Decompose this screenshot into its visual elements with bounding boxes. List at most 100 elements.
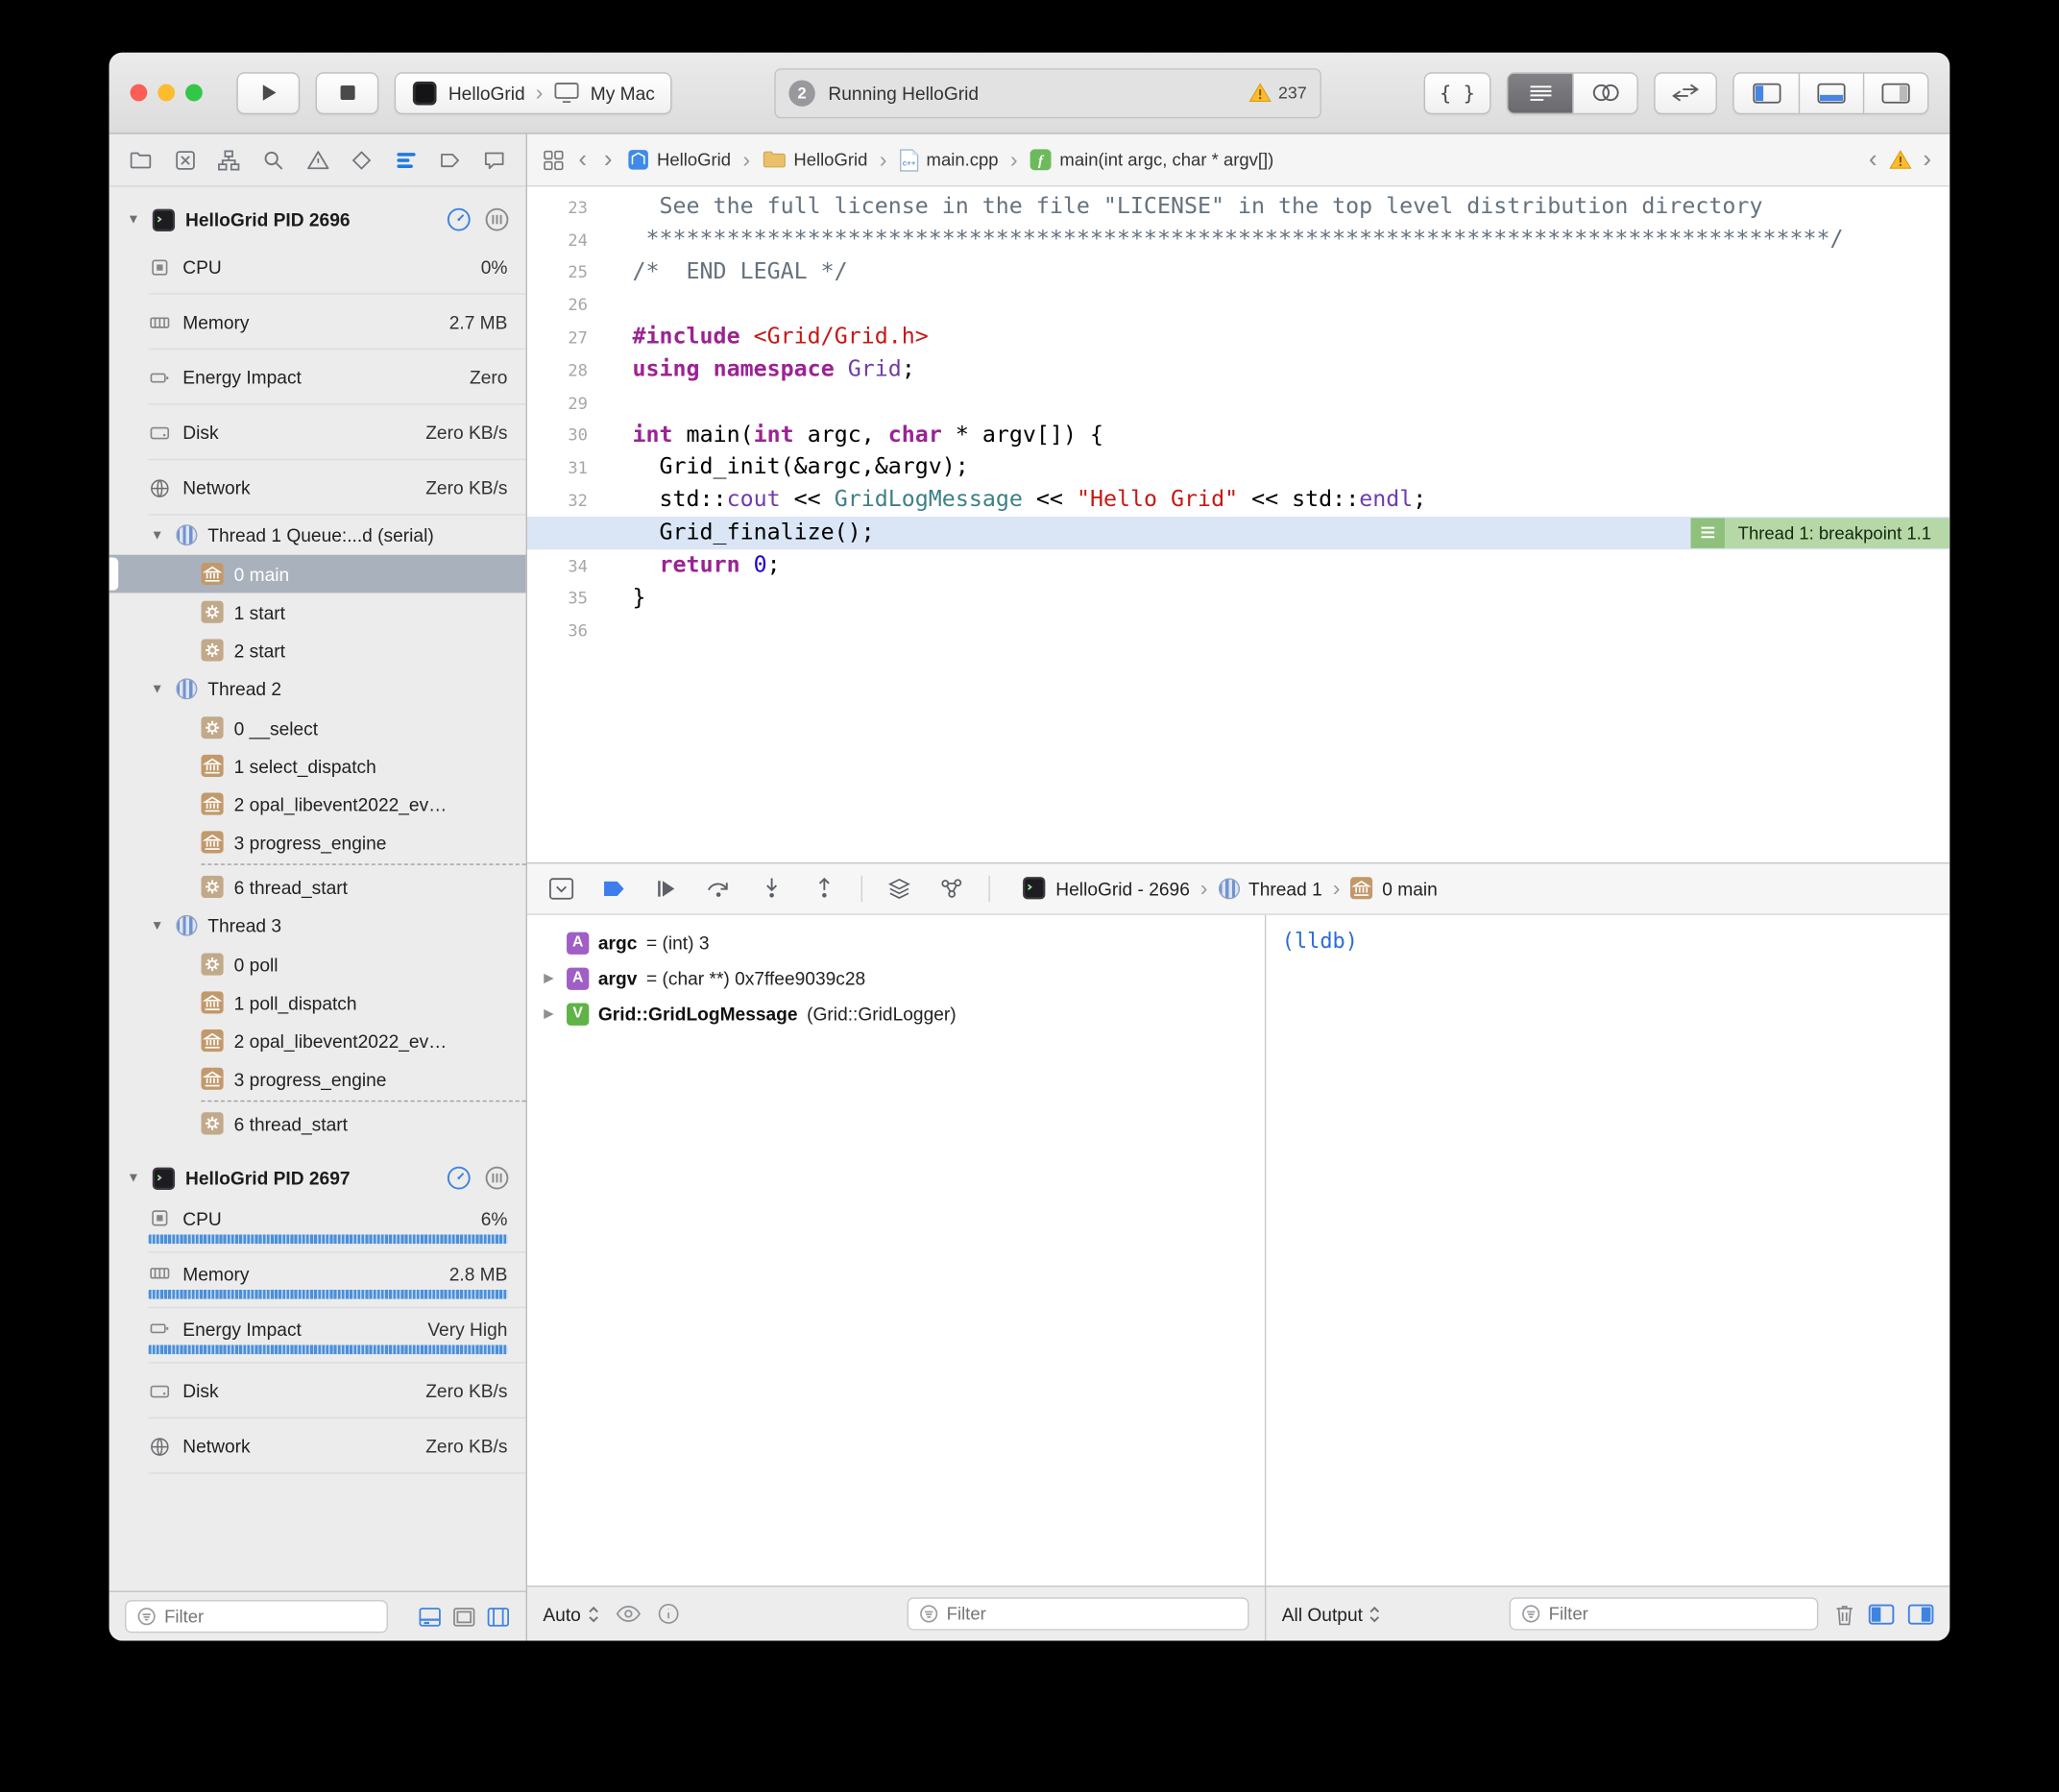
report-navigator-tab[interactable] xyxy=(482,148,506,172)
disclosure-triangle-icon[interactable]: ▼ xyxy=(149,528,166,543)
breadcrumb-item[interactable]: fmain(int argc, char * argv[]) xyxy=(1030,149,1273,171)
profile-gauge-icon[interactable] xyxy=(446,206,472,232)
gauge-row-disk[interactable]: DiskZero KB/s xyxy=(109,405,526,460)
line-number[interactable]: 32 xyxy=(527,491,603,511)
activity-viewer[interactable]: 2 Running HelloGrid 237 xyxy=(774,68,1321,118)
quicklook-eye-icon[interactable] xyxy=(615,1606,641,1623)
code-line[interactable]: 33 Grid_finalize();Thread 1: breakpoint … xyxy=(527,517,1950,549)
process-header-row[interactable]: ▼HelloGrid PID 2696 xyxy=(109,200,526,239)
thread-view-mode-icon[interactable] xyxy=(484,1165,510,1191)
warning-icon[interactable] xyxy=(1889,150,1911,170)
console-filter-input[interactable] xyxy=(1549,1604,1806,1624)
step-over-button[interactable] xyxy=(703,872,735,904)
previous-issue-button[interactable]: ‹ xyxy=(1866,147,1879,172)
variables-view[interactable]: Aargc = (int) 3▶Aargv = (char **) 0x7ffe… xyxy=(527,914,1266,1586)
stack-frame-row[interactable]: 1 poll_dispatch xyxy=(109,983,526,1022)
code-line[interactable]: 25/* END LEGAL */ xyxy=(527,255,1950,288)
code-line[interactable]: 30int main(int argc, char * argv[]) { xyxy=(527,419,1950,451)
stack-frame-row[interactable]: 6 thread_start xyxy=(109,1104,526,1143)
variable-row[interactable]: Aargc = (int) 3 xyxy=(527,925,1265,960)
disclosure-triangle-icon[interactable]: ▼ xyxy=(149,918,166,932)
toggle-debug-area-button[interactable] xyxy=(545,872,577,904)
stack-frame-row[interactable]: 3 progress_engine xyxy=(109,1059,526,1098)
code-line[interactable]: 28using namespace Grid; xyxy=(527,353,1950,386)
line-number[interactable]: 24 xyxy=(527,230,603,250)
toggle-console-pane-icon[interactable] xyxy=(1907,1603,1933,1624)
disclosure-triangle-icon[interactable]: ▼ xyxy=(125,1171,142,1185)
debug-navigator-tab[interactable] xyxy=(394,148,418,172)
breakpoints-enabled-button[interactable] xyxy=(598,872,630,904)
toggle-navigator-button[interactable] xyxy=(1734,73,1799,112)
variables-filter-field[interactable] xyxy=(908,1597,1249,1630)
warning-count-button[interactable]: 237 xyxy=(1249,83,1307,103)
disclosure-triangle-icon[interactable]: ▼ xyxy=(125,212,142,227)
thread-row[interactable]: ▼Thread 1 Queue:...d (serial) xyxy=(109,516,526,555)
line-number[interactable]: 28 xyxy=(527,360,603,380)
stack-frame-row[interactable]: 2 start xyxy=(109,631,526,669)
debug-breadcrumb-item[interactable]: Thread 1 xyxy=(1219,878,1322,899)
console-filter-field[interactable] xyxy=(1510,1597,1819,1630)
version-editor-button[interactable] xyxy=(1654,72,1717,114)
disclosure-triangle-icon[interactable]: ▶ xyxy=(541,1006,558,1021)
code-line[interactable]: 35} xyxy=(527,582,1950,615)
gauge-row-network[interactable]: NetworkZero KB/s xyxy=(109,1418,526,1473)
breadcrumb-item[interactable]: HelloGrid xyxy=(762,150,867,170)
breadcrumb-item[interactable]: HelloGrid xyxy=(627,149,732,171)
breadcrumb-item[interactable]: c++main.cpp xyxy=(899,148,999,172)
line-number[interactable]: 27 xyxy=(527,327,603,348)
step-into-button[interactable] xyxy=(756,872,787,904)
navigator-filter-field[interactable] xyxy=(125,1600,388,1633)
gauge-row-memory[interactable]: Memory2.7 MB xyxy=(109,295,526,350)
code-line[interactable]: 32 std::cout << GridLogMessage << "Hello… xyxy=(527,484,1950,517)
test-navigator-tab[interactable] xyxy=(350,148,374,172)
gauge-row-energy-impact[interactable]: Energy ImpactZero xyxy=(109,350,526,404)
console[interactable]: (lldb) xyxy=(1266,914,1950,1586)
stop-button[interactable] xyxy=(316,72,379,114)
forward-button[interactable]: › xyxy=(601,147,615,172)
assistant-editor-button[interactable] xyxy=(1572,73,1636,112)
gauge-row-memory[interactable]: Memory2.8 MB xyxy=(109,1253,526,1308)
filter-toggle-2-icon[interactable] xyxy=(452,1606,476,1627)
profile-gauge-icon[interactable] xyxy=(446,1165,472,1191)
memory-graph-button[interactable] xyxy=(936,872,968,904)
code-line[interactable]: 34 return 0; xyxy=(527,549,1950,582)
toggle-variables-pane-icon[interactable] xyxy=(1868,1603,1894,1624)
stack-frame-row[interactable]: 1 select_dispatch xyxy=(109,747,526,786)
toggle-inspector-button[interactable] xyxy=(1863,73,1927,112)
filter-toggle-1-icon[interactable] xyxy=(418,1606,442,1627)
thread-view-mode-icon[interactable] xyxy=(484,206,510,232)
disclosure-triangle-icon[interactable]: ▼ xyxy=(149,682,166,696)
clear-console-trash-icon[interactable] xyxy=(1834,1602,1855,1626)
stack-frame-row[interactable]: 6 thread_start xyxy=(109,868,526,907)
variables-filter-input[interactable] xyxy=(947,1604,1238,1624)
debug-breadcrumb-item[interactable]: 0 main xyxy=(1350,877,1437,899)
gauge-row-cpu[interactable]: CPU0% xyxy=(109,239,526,294)
view-ui-hierarchy-button[interactable] xyxy=(884,872,915,904)
scheme-selector[interactable]: HelloGrid › My Mac xyxy=(395,72,672,114)
code-line[interactable]: 31 Grid_init(&argc,&argv); xyxy=(527,451,1950,484)
zoom-window-button[interactable] xyxy=(185,85,203,102)
close-window-button[interactable] xyxy=(131,85,148,102)
back-button[interactable]: ‹ xyxy=(576,147,590,172)
stack-frame-row[interactable]: 2 opal_libevent2022_ev… xyxy=(109,785,526,823)
line-number[interactable]: 31 xyxy=(527,458,603,478)
gauge-row-energy-impact[interactable]: Energy ImpactVery High xyxy=(109,1308,526,1363)
breakpoint-navigator-tab[interactable] xyxy=(438,148,462,172)
code-line[interactable]: 29 xyxy=(527,386,1950,419)
stack-frame-row[interactable]: 3 progress_engine xyxy=(109,823,526,861)
line-number[interactable]: 35 xyxy=(527,589,603,609)
process-header-row[interactable]: ▼HelloGrid PID 2697 xyxy=(109,1158,526,1198)
thread-row[interactable]: ▼Thread 2 xyxy=(109,669,526,709)
code-line[interactable]: 27#include <Grid/Grid.h> xyxy=(527,321,1950,353)
step-out-button[interactable] xyxy=(809,872,840,904)
gauge-row-network[interactable]: NetworkZero KB/s xyxy=(109,460,526,515)
line-number[interactable]: 29 xyxy=(527,393,603,413)
stack-frame-row[interactable]: 1 start xyxy=(109,593,526,631)
gauge-row-cpu[interactable]: CPU6% xyxy=(109,1198,526,1252)
issue-navigator-tab[interactable] xyxy=(305,148,329,172)
line-number[interactable]: 34 xyxy=(527,556,603,576)
continue-execution-button[interactable] xyxy=(651,872,683,904)
info-icon[interactable] xyxy=(657,1603,679,1625)
symbol-navigator-tab[interactable] xyxy=(217,148,241,172)
disclosure-triangle-icon[interactable]: ▶ xyxy=(541,971,558,985)
